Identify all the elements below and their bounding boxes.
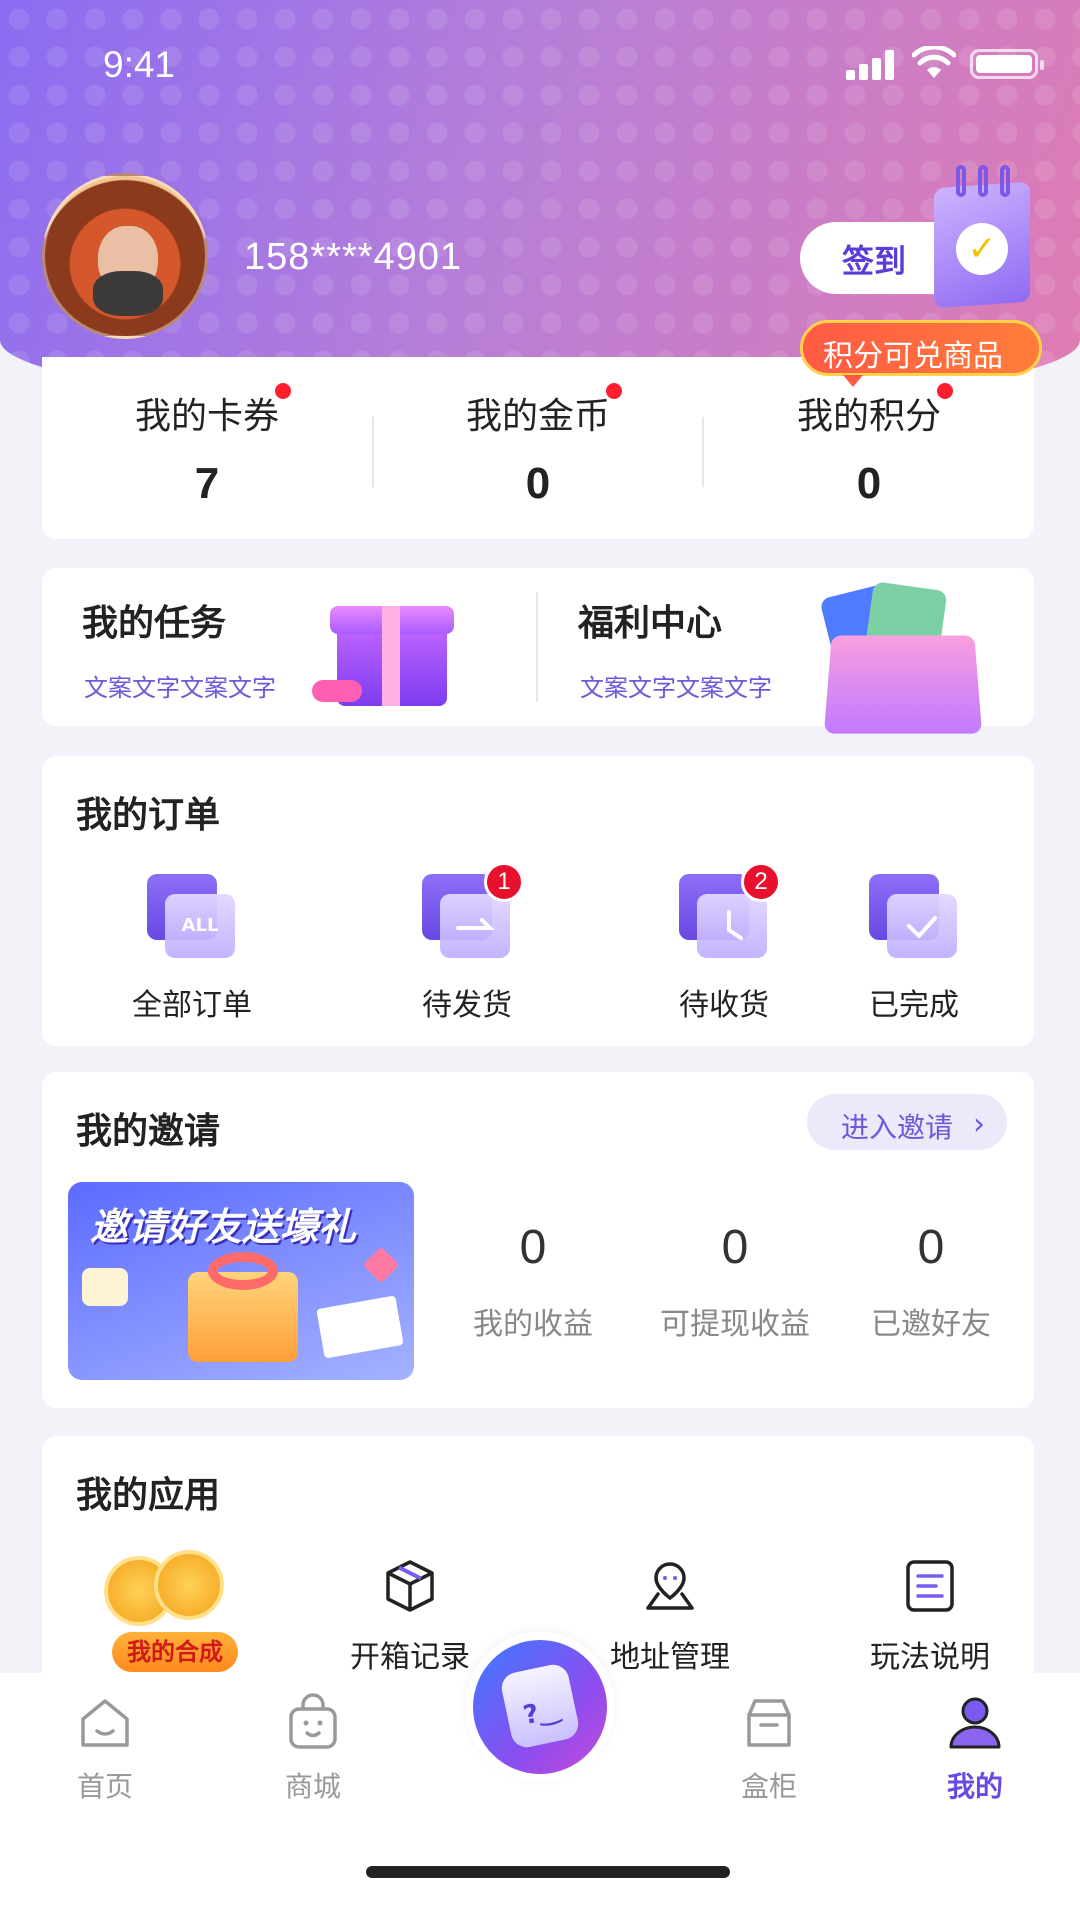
- section-title: 我的应用: [76, 1475, 221, 1516]
- order-to-receive[interactable]: 2 待收货: [624, 862, 824, 1024]
- enter-invite-button[interactable]: 进入邀请 ›: [807, 1094, 1007, 1150]
- section-title: 我的邀请: [76, 1111, 221, 1152]
- location-icon: [646, 1562, 694, 1610]
- home-icon: [81, 1699, 129, 1747]
- invite-stat-withdrawable[interactable]: 0 可提现收益: [640, 1220, 830, 1343]
- order-label: 已完成: [869, 988, 959, 1023]
- stat-gold-coins[interactable]: 我的金币 0: [373, 383, 703, 509]
- points-redeem-bubble[interactable]: 积分可兑商品: [800, 320, 1042, 387]
- status-bar: 9:41: [0, 0, 1080, 130]
- battery-icon: [970, 49, 1044, 79]
- tab-shop[interactable]: 商城: [248, 1693, 378, 1805]
- blind-box-center-button[interactable]: ?‿: [465, 1632, 615, 1782]
- calendar-check-icon[interactable]: ✓: [934, 165, 1030, 309]
- order-all[interactable]: ALL 全部订单: [92, 874, 292, 1024]
- stat-label: 我的金币: [465, 396, 610, 437]
- istat-label: 我的收益: [473, 1307, 593, 1342]
- banner-title: 邀请好友送壕礼: [90, 1205, 357, 1249]
- to-ship-icon: 1: [422, 862, 524, 958]
- order-label: 全部订单: [132, 988, 252, 1023]
- app-rules[interactable]: 玩法说明: [830, 1556, 1030, 1676]
- book-icon: [316, 1295, 404, 1359]
- document-icon: [906, 1560, 954, 1612]
- user-phone: 158****4901: [244, 236, 463, 278]
- home-indicator: [366, 1866, 730, 1878]
- tab-label: 商城: [284, 1770, 341, 1803]
- checkin-label: 签到: [842, 242, 907, 280]
- cellular-signal-icon: [846, 50, 896, 80]
- app-label: 玩法说明: [870, 1640, 990, 1675]
- box-icon: [386, 1560, 434, 1612]
- wifi-icon: [912, 46, 956, 78]
- section-title: 我的订单: [76, 795, 221, 836]
- cup-icon: [82, 1268, 128, 1306]
- user-icon: [949, 1697, 1001, 1749]
- status-time: 9:41: [103, 44, 176, 85]
- istat-value: 0: [721, 1221, 749, 1274]
- orders-card: 我的订单 ALL 全部订单 1 待发货 2 待收货 已完成: [42, 756, 1034, 1046]
- istat-value: 0: [917, 1221, 945, 1274]
- invite-stat-friends[interactable]: 0 已邀好友: [836, 1220, 1026, 1343]
- promo-subtitle: 文案文字文案文字: [580, 674, 772, 702]
- istat-label: 已邀好友: [871, 1307, 991, 1342]
- notification-dot: [937, 383, 953, 399]
- shop-bag-icon: [289, 1693, 337, 1749]
- invite-link-label: 进入邀请: [841, 1111, 954, 1144]
- tab-mine[interactable]: 我的: [910, 1693, 1040, 1805]
- order-label: 待收货: [679, 988, 769, 1023]
- avatar[interactable]: [42, 173, 208, 339]
- points-bubble-label: 积分可兑商品: [823, 339, 1003, 374]
- invite-stat-earnings[interactable]: 0 我的收益: [438, 1220, 628, 1343]
- promo-title: 福利中心: [578, 603, 723, 644]
- app-open-records[interactable]: 开箱记录: [310, 1556, 510, 1676]
- app-label: 我的合成: [112, 1632, 238, 1672]
- gift-bow-icon: [208, 1252, 278, 1290]
- promo-subtitle: 文案文字文案文字: [84, 674, 276, 702]
- tab-label: 我的: [946, 1770, 1003, 1803]
- stat-label: 我的积分: [796, 396, 941, 437]
- stat-value: 7: [194, 459, 220, 508]
- tab-label: 首页: [76, 1770, 133, 1803]
- welfare-center-entry[interactable]: 福利中心 文案文字文案文字: [538, 568, 1034, 734]
- order-label: 待发货: [422, 988, 512, 1023]
- tab-home[interactable]: 首页: [40, 1693, 170, 1805]
- tab-cabinet[interactable]: 盒柜: [704, 1693, 834, 1805]
- invite-card: 我的邀请 进入邀请 › 邀请好友送壕礼 0 我的收益 0 可提现收益 0 已邀好…: [42, 1072, 1034, 1408]
- app-address[interactable]: 地址管理: [570, 1556, 770, 1676]
- chevron-right-icon: ›: [973, 1107, 985, 1142]
- notification-dot: [606, 383, 622, 399]
- cabinet-icon: [747, 1699, 791, 1747]
- stat-points[interactable]: 我的积分 0: [704, 383, 1034, 509]
- check-icon: [869, 874, 959, 958]
- all-orders-icon: ALL: [147, 874, 237, 958]
- stats-card: 我的卡券 7 我的金币 0 我的积分 0: [42, 357, 1034, 539]
- stat-value: 0: [525, 459, 551, 508]
- promo-title: 我的任务: [82, 603, 227, 644]
- order-to-ship[interactable]: 1 待发货: [367, 862, 567, 1024]
- istat-value: 0: [519, 1221, 547, 1274]
- my-tasks-entry[interactable]: 我的任务 文案文字文案文字: [42, 568, 537, 726]
- order-badge: 2: [741, 862, 781, 902]
- stat-label: 我的卡券: [134, 396, 279, 437]
- istat-label: 可提现收益: [660, 1307, 810, 1342]
- clock-icon: 2: [679, 862, 781, 958]
- notification-dot: [275, 383, 291, 399]
- order-completed[interactable]: 已完成: [844, 874, 984, 1024]
- invite-banner[interactable]: 邀请好友送壕礼: [68, 1182, 414, 1380]
- heart-icon: [362, 1246, 400, 1284]
- tab-label: 盒柜: [740, 1770, 797, 1803]
- mystery-cube-icon: ?‿: [498, 1661, 582, 1751]
- stat-value: 0: [856, 459, 882, 508]
- promo-card: 我的任务 文案文字文案文字 福利中心 文案文字文案文字: [42, 568, 1034, 734]
- stat-coupons[interactable]: 我的卡券 7: [42, 383, 372, 509]
- order-badge: 1: [484, 862, 524, 902]
